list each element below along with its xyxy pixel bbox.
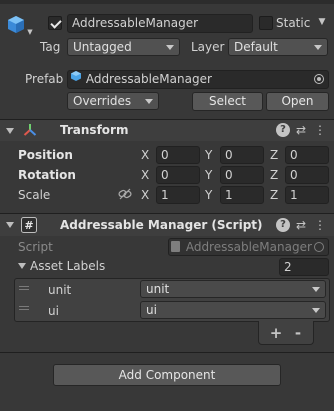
separator: [0, 352, 334, 353]
transform-icon: [23, 123, 37, 137]
axis-z-label[interactable]: Z: [270, 167, 278, 183]
script-field: AddressableManager: [168, 238, 329, 256]
context-menu-icon[interactable]: ⋮: [314, 123, 326, 137]
script-component-title: Addressable Manager (Script): [60, 218, 263, 232]
target-icon[interactable]: [314, 74, 324, 84]
chevron-down-icon: [312, 308, 320, 313]
rotation-label: Rotation: [18, 168, 76, 182]
static-toggle[interactable]: [259, 16, 273, 30]
drag-handle-icon[interactable]: [19, 286, 29, 290]
axis-z-label[interactable]: Z: [270, 187, 278, 203]
object-name-field[interactable]: AddressableManager: [67, 14, 253, 33]
asset-labels-count-field[interactable]: 2: [279, 258, 329, 276]
scale-y-field[interactable]: 1: [220, 186, 264, 204]
asset-labels-foldout-icon[interactable]: [18, 263, 26, 269]
prefab-value: AddressableManager: [85, 72, 212, 86]
add-component-button[interactable]: Add Component: [53, 364, 281, 386]
position-x-field[interactable]: 0: [156, 146, 200, 164]
remove-element-button[interactable]: -: [290, 325, 306, 341]
gameobject-icon: [6, 14, 26, 34]
context-menu-icon[interactable]: ⋮: [314, 218, 326, 232]
layer-dropdown[interactable]: Default: [228, 38, 328, 56]
list-item-dropdown[interactable]: ui: [140, 301, 326, 319]
scale-z-field[interactable]: 1: [285, 186, 329, 204]
open-button[interactable]: Open: [266, 92, 329, 111]
list-item-label: unit: [48, 283, 72, 297]
asset-labels-label[interactable]: Asset Labels: [30, 258, 105, 274]
transform-title: Transform: [60, 123, 129, 137]
prefab-label: Prefab: [25, 72, 64, 86]
target-icon: [314, 242, 324, 252]
preset-settings-icon[interactable]: ⇄: [294, 218, 308, 232]
list-item-dropdown[interactable]: unit: [140, 280, 326, 298]
static-label: Static: [276, 16, 311, 30]
active-toggle[interactable]: [48, 16, 62, 30]
axis-x-label[interactable]: X: [141, 147, 149, 163]
prefab-field[interactable]: AddressableManager: [67, 70, 329, 89]
add-element-button[interactable]: +: [268, 325, 284, 341]
rotation-y-field[interactable]: 0: [220, 166, 264, 184]
chevron-down-icon: [145, 99, 153, 104]
list-item-value: unit: [146, 282, 170, 296]
prefab-icon: [70, 71, 82, 87]
scale-x-field[interactable]: 1: [156, 186, 200, 204]
axis-y-label[interactable]: Y: [205, 187, 212, 203]
chevron-down-icon: [312, 287, 320, 292]
overrides-dropdown[interactable]: Overrides: [67, 92, 159, 110]
position-label: Position: [18, 148, 73, 162]
axis-y-label[interactable]: Y: [205, 147, 212, 163]
layer-label: Layer: [191, 40, 225, 54]
drag-handle-icon[interactable]: [19, 306, 29, 310]
help-icon[interactable]: ?: [276, 123, 290, 137]
position-z-field[interactable]: 0: [285, 146, 329, 164]
svg-text:#: #: [24, 219, 33, 232]
rotation-x-field[interactable]: 0: [156, 166, 200, 184]
position-y-field[interactable]: 0: [220, 146, 264, 164]
foldout-arrow-icon[interactable]: [6, 222, 14, 228]
script-enabled-icon[interactable]: #: [21, 217, 37, 233]
static-dropdown-icon[interactable]: ▼: [316, 14, 328, 30]
select-button[interactable]: Select: [192, 92, 263, 111]
chevron-down-icon: [166, 45, 174, 50]
foldout-arrow-icon[interactable]: [6, 128, 14, 134]
tag-label: Tag: [40, 40, 61, 54]
tag-value: Untagged: [73, 40, 132, 54]
top-tab-strip: [0, 0, 334, 4]
chevron-down-icon: [314, 45, 322, 50]
script-file-icon: [171, 240, 180, 252]
help-icon[interactable]: ?: [276, 218, 290, 232]
rotation-z-field[interactable]: 0: [285, 166, 329, 184]
preset-settings-icon[interactable]: ⇄: [294, 123, 308, 137]
scale-label: Scale: [18, 188, 51, 202]
script-value: AddressableManager: [185, 240, 312, 254]
list-item-value: ui: [146, 303, 157, 317]
link-icon[interactable]: [118, 187, 132, 201]
axis-z-label[interactable]: Z: [270, 147, 278, 163]
axis-x-label[interactable]: X: [141, 167, 149, 183]
overrides-label: Overrides: [73, 94, 132, 108]
axis-x-label[interactable]: X: [141, 187, 149, 203]
script-label: Script: [18, 240, 53, 254]
dropdown-arrow-icon[interactable]: ▼: [26, 28, 34, 36]
layer-value: Default: [234, 40, 278, 54]
tag-dropdown[interactable]: Untagged: [67, 38, 180, 56]
axis-y-label[interactable]: Y: [205, 167, 212, 183]
list-item-label: ui: [48, 304, 59, 318]
